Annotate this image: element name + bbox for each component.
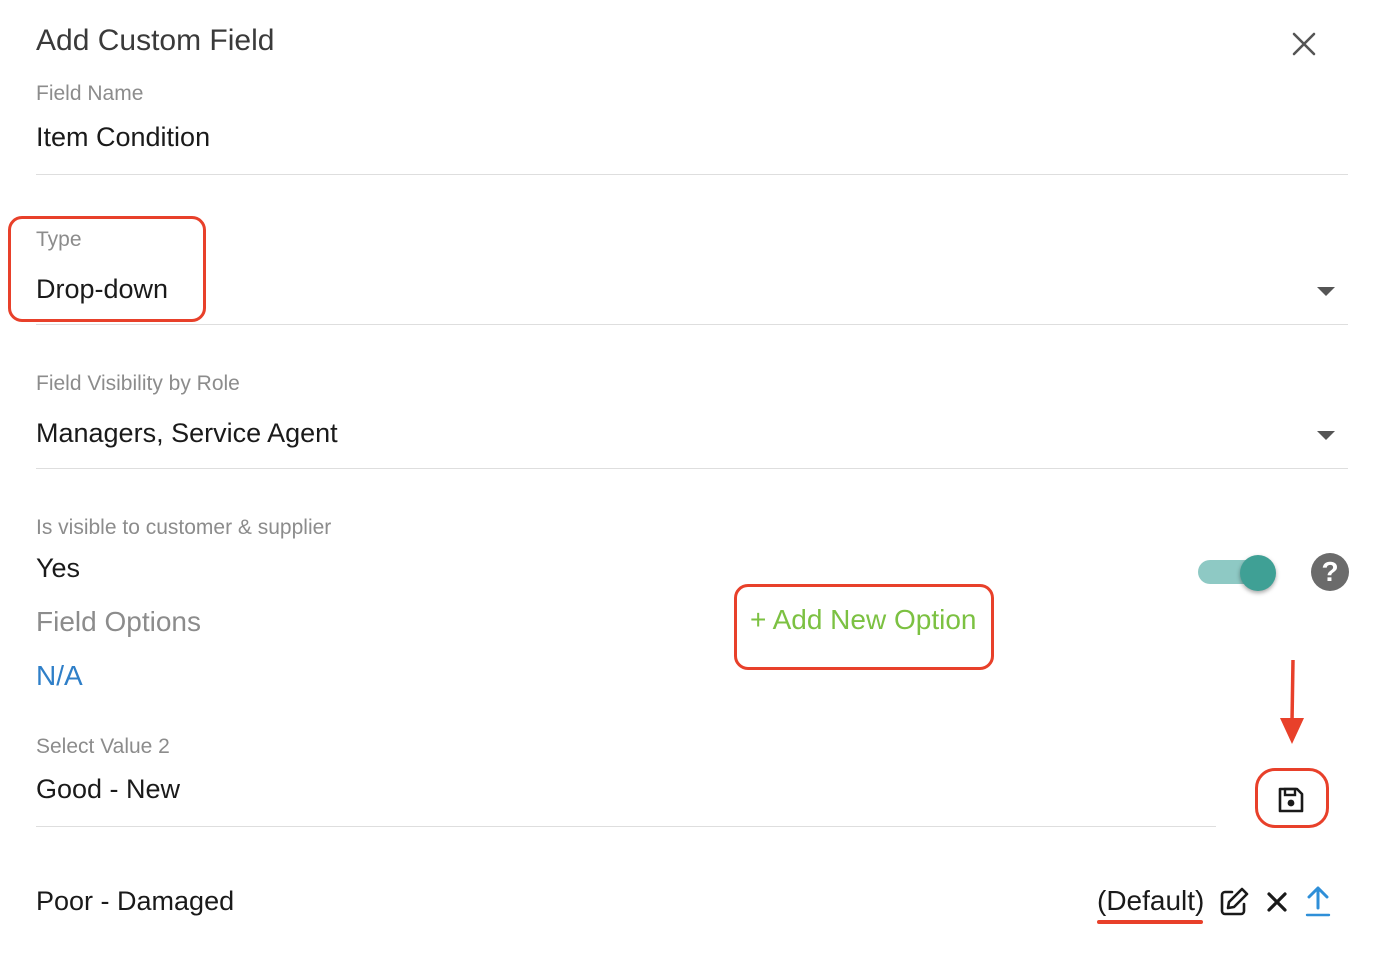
add-new-option-button[interactable]: + Add New Option — [750, 604, 976, 636]
edit-option-button[interactable] — [1216, 884, 1252, 920]
select-value-label: Select Value 2 — [36, 735, 170, 758]
field-name-label: Field Name — [36, 82, 144, 105]
close-icon — [1292, 32, 1316, 56]
edit-icon — [1220, 887, 1249, 916]
customer-supplier-toggle[interactable] — [1198, 555, 1276, 591]
dialog-title: Add Custom Field — [36, 24, 275, 57]
type-dropdown-caret-icon[interactable] — [1317, 287, 1335, 296]
delete-option-button[interactable] — [1262, 886, 1292, 918]
toggle-knob — [1240, 555, 1276, 591]
visibility-select[interactable]: Managers, Service Agent — [36, 418, 338, 449]
select-value-underline — [36, 826, 1216, 827]
visibility-underline — [36, 468, 1348, 469]
option-label: Poor - Damaged — [36, 886, 235, 916]
arrow-down-annotation-icon — [1280, 659, 1304, 744]
type-select[interactable]: Drop-down — [36, 274, 168, 305]
customer-supplier-value: Yes — [36, 553, 81, 583]
close-icon — [1267, 892, 1287, 912]
visibility-dropdown-caret-icon[interactable] — [1317, 431, 1335, 440]
move-option-up-button[interactable] — [1302, 882, 1334, 920]
visibility-label: Field Visibility by Role — [36, 372, 240, 395]
customer-supplier-label: Is visible to customer & supplier — [36, 516, 332, 539]
default-annotation-underline — [1097, 920, 1203, 924]
na-link[interactable]: N/A — [36, 660, 83, 692]
field-name-input[interactable]: Item Condition — [36, 122, 210, 153]
floppy-disk-icon — [1278, 787, 1304, 813]
arrow-up-icon — [1305, 886, 1331, 917]
save-option-button[interactable] — [1270, 780, 1312, 820]
type-label: Type — [36, 228, 82, 251]
close-button[interactable] — [1290, 30, 1318, 58]
field-options-label: Field Options — [36, 606, 201, 637]
default-tag: (Default) — [1097, 885, 1205, 916]
select-value-input[interactable]: Good - New — [36, 774, 180, 805]
field-name-underline — [36, 174, 1348, 175]
type-underline — [36, 324, 1348, 325]
help-icon[interactable]: ? — [1311, 553, 1349, 591]
